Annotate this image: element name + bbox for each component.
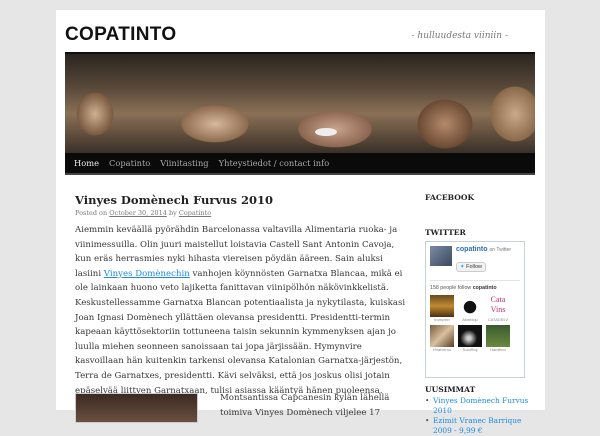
header-image — [65, 52, 535, 153]
text-line: toimiva Vinyes Domènech viljelee 17 — [220, 407, 381, 418]
site-tagline: - hulluudesta viiniin - — [411, 31, 509, 41]
follower[interactable]: SoloRioj — [458, 325, 482, 352]
count-name: copatinto — [472, 285, 497, 291]
on-twitter: on Twitter — [489, 247, 512, 253]
recent-posts-widget: UUSIMMAT Vinyes Domènech Furvus 2010 Ezi… — [425, 385, 535, 436]
recent-title: UUSIMMAT — [425, 385, 476, 394]
text-line: ole lainkaan huono veto lajiketta fanitt… — [75, 283, 389, 294]
text-line: Joan Ignasi Domènech yllättäen olevansa … — [75, 312, 391, 323]
text: vanhojen köynnösten Garnatxa Blancaa, mi… — [192, 268, 403, 279]
text-line: Aiemmin keväällä pyörähdin Barcelonassa … — [75, 225, 398, 235]
follower-name: Hamilton — [490, 347, 506, 352]
follower-name: SoloRioj — [462, 347, 478, 352]
meta-prefix: Posted on — [75, 209, 108, 217]
winery-link[interactable]: Vinyes Domènechin — [104, 269, 190, 279]
text-line: viinimessuilla. Olin juuri maistellut lo… — [75, 239, 395, 250]
twitter-bird-icon: ✦ — [460, 264, 465, 270]
post-image[interactable] — [75, 393, 198, 423]
follower[interactable]: Akmbiqu — [458, 295, 482, 322]
follower[interactable]: trumpein — [430, 295, 454, 322]
meta-by: by — [168, 209, 177, 217]
text-line: Keskustellessamme Garnatxa Blancan poten… — [75, 297, 406, 308]
post: Vinyes Domènech Furvus 2010 Posted on Oc… — [75, 193, 406, 423]
post-body: Aiemmin keväällä pyörähdin Barcelonassa … — [75, 223, 406, 398]
nav-viinitasting[interactable]: Viinitasting — [155, 158, 213, 168]
text-line: kun eräs herrasmies nyki hihasta viereis… — [75, 254, 383, 265]
follower[interactable]: Cata Vins CATADELV — [486, 295, 510, 322]
follower-name: Akmbiqu — [462, 317, 478, 322]
follower[interactable]: Hamilton — [486, 325, 510, 352]
follower-name: HValverou — [432, 347, 452, 352]
author-link[interactable]: Copatinto — [179, 209, 211, 217]
text-line: luulla miehen seonneen sanoissaan tai jo… — [75, 341, 362, 352]
post-title[interactable]: Vinyes Domènech Furvus 2010 — [75, 193, 395, 207]
recent-post-link[interactable]: Vinyes Domènech Furvus 2010 — [425, 396, 535, 416]
recent-post-link[interactable]: Ezimit Vranec Barrique 2009 - 9,99 € — [425, 416, 535, 436]
text-line: Montsantissa Capcanesin kylän lähellä — [220, 393, 390, 403]
text-line: kapeaan käyttösektoriin tottuneena taisi… — [75, 327, 396, 338]
follower-count: 158 people follow copatinto — [430, 280, 520, 291]
avatar[interactable] — [430, 246, 452, 266]
text: lasiini — [75, 268, 102, 279]
twitter-widget-title: TWITTER — [425, 228, 466, 237]
follow-label: Follow — [466, 264, 483, 270]
twitter-name[interactable]: copatinto — [456, 246, 488, 253]
text-line: kasvoillaan hän kuitenkin tarkensi oleva… — [75, 356, 403, 367]
follower-name: CATADELV — [487, 317, 509, 322]
text-line: Terra de Garnatxes, presidentti. Kävi se… — [75, 370, 390, 381]
nav-contact[interactable]: Yhteystiedot / contact info — [214, 158, 335, 168]
page: COPATINTO - hulluudesta viiniin - Home C… — [56, 10, 545, 435]
cork — [315, 128, 337, 136]
count-text: 158 people follow — [430, 285, 472, 291]
follower[interactable]: HValverou — [430, 325, 454, 352]
text-line: lasiini Vinyes Domènechin vanhojen köynn… — [75, 267, 402, 282]
follower-name: trumpein — [434, 317, 450, 322]
post-meta: Posted on October 30, 2014 by Copatinto — [75, 209, 395, 217]
follow-button[interactable]: ✦ Follow — [456, 262, 487, 272]
twitter-widget: copatinto on Twitter ✦ Follow 158 people… — [425, 241, 525, 378]
nav-copatinto[interactable]: Copatinto — [104, 158, 155, 168]
nav-home[interactable]: Home — [69, 158, 104, 168]
paragraph-2: Montsantissa Capcanesin kylän lähellä to… — [220, 391, 389, 420]
site-title[interactable]: COPATINTO — [65, 24, 176, 46]
main-nav: Home Copatinto Viinitasting Yhteystiedot… — [65, 153, 535, 175]
post-date-link[interactable]: October 30, 2014 — [109, 209, 167, 217]
facebook-widget-title: FACEBOOK — [425, 193, 475, 202]
